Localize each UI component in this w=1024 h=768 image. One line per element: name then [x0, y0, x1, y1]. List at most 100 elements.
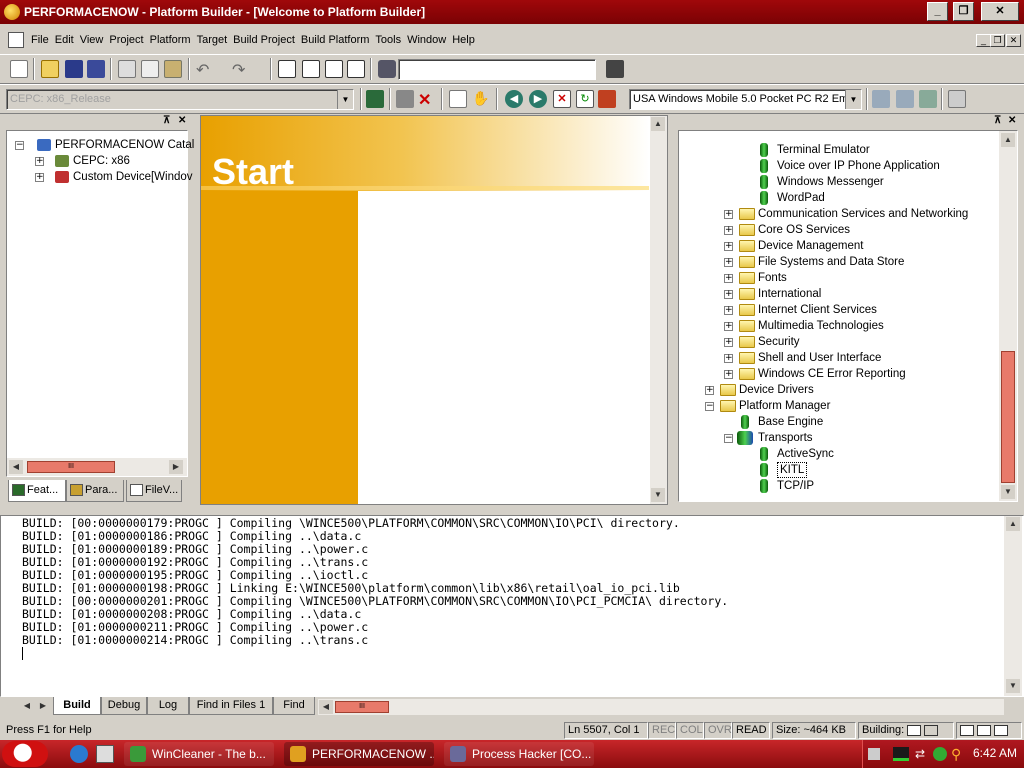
mdi-restore-button[interactable]: ❐ — [990, 34, 1005, 47]
scroll-up-icon[interactable]: ▲ — [1006, 517, 1020, 531]
menu-build-platform[interactable]: Build Platform — [298, 28, 372, 52]
emulator-icon[interactable] — [948, 90, 966, 108]
taskbar-button[interactable]: WinCleaner - The b... — [124, 742, 274, 766]
ie-quicklaunch-icon[interactable] — [70, 745, 88, 763]
tree-expander-icon[interactable]: + — [724, 370, 733, 379]
mdi-minimize-button[interactable]: _ — [976, 34, 991, 47]
rebuild-icon[interactable] — [396, 90, 414, 108]
menu-tools[interactable]: Tools — [372, 28, 404, 52]
menu-build-project[interactable]: Build Project — [230, 28, 298, 52]
tree-expander-icon[interactable]: + — [724, 354, 733, 363]
scroll-thumb[interactable]: III — [27, 461, 115, 473]
output-tab[interactable]: Build — [53, 697, 101, 715]
open-folder-icon[interactable] — [41, 60, 59, 78]
find-in-files-icon[interactable] — [378, 60, 396, 78]
save-all-icon[interactable] — [87, 60, 105, 78]
scroll-left-icon[interactable]: ◀ — [319, 700, 333, 714]
output-tab[interactable]: Debug — [101, 697, 147, 715]
connect-device-icon[interactable] — [872, 90, 890, 108]
output-tab[interactable]: Log — [147, 697, 189, 715]
vertical-scrollbar[interactable]: ▲ ▼ — [999, 131, 1017, 501]
catalog-item[interactable]: Multimedia Technologies — [758, 318, 884, 334]
vertical-scrollbar[interactable]: ▲ ▼ — [1004, 516, 1022, 696]
scroll-left-icon[interactable]: ◀ — [9, 460, 23, 474]
search-icon[interactable]: ⚲ — [951, 746, 961, 763]
tab-scroll-left-icon[interactable]: ◀ — [20, 699, 34, 713]
start-button[interactable] — [2, 741, 48, 767]
tree-expander-icon[interactable]: + — [724, 322, 733, 331]
disconnect-device-icon[interactable] — [896, 90, 914, 108]
catalog-item[interactable]: Base Engine — [758, 414, 823, 430]
catalog-item[interactable]: Device Drivers — [739, 382, 814, 398]
scroll-down-icon[interactable]: ▼ — [651, 488, 665, 502]
catalog-item[interactable]: Voice over IP Phone Application — [777, 158, 940, 174]
scroll-thumb[interactable]: III — [335, 701, 389, 713]
minimize-button[interactable]: _ — [927, 2, 948, 21]
tree-item[interactable]: CEPC: x86 — [73, 153, 130, 169]
stop-icon[interactable]: ✕ — [553, 90, 571, 108]
output-tab[interactable]: Find in Files 1 — [189, 697, 273, 715]
close-button[interactable]: ✕ — [981, 2, 1019, 21]
scroll-up-icon[interactable]: ▲ — [1001, 133, 1015, 147]
catalog-item[interactable]: Communication Services and Networking — [758, 206, 968, 222]
vertical-scrollbar[interactable]: ▲ ▼ — [650, 116, 667, 504]
tree-expander-icon[interactable]: + — [35, 173, 44, 182]
document-icon[interactable] — [8, 32, 24, 48]
find-icon[interactable] — [606, 60, 624, 78]
sdk-combo[interactable]: USA Windows Mobile 5.0 Pocket PC R2 Em ▼ — [629, 89, 862, 110]
catalog-item[interactable]: Core OS Services — [758, 222, 850, 238]
paste-icon[interactable] — [164, 60, 182, 78]
collapse-icon[interactable]: ⊼ — [163, 115, 170, 126]
mdi-close-button[interactable]: ✕ — [1006, 34, 1021, 47]
platform-builder-icon[interactable] — [4, 4, 20, 20]
scroll-up-icon[interactable]: ▲ — [651, 117, 665, 131]
tab-scroll-right-icon[interactable]: ▶ — [36, 699, 50, 713]
back-icon[interactable]: ◀ — [505, 90, 523, 108]
keyboard-icon[interactable] — [868, 748, 880, 760]
catalog-item[interactable]: Windows CE Error Reporting — [758, 366, 906, 382]
tree-expander-icon[interactable]: + — [705, 386, 714, 395]
tree-expander-icon[interactable]: − — [724, 434, 733, 443]
tree-expander-icon[interactable]: + — [724, 226, 733, 235]
workspace-tab[interactable]: FileV... — [126, 480, 182, 502]
taskbar-button[interactable]: PERFORMACENOW ... — [284, 742, 434, 766]
menu-view[interactable]: View — [77, 28, 107, 52]
tray-app-icon[interactable] — [933, 747, 947, 761]
output-horizontal-scrollbar[interactable]: ◀ III — [318, 699, 1004, 715]
menu-platform[interactable]: Platform — [147, 28, 194, 52]
catalog-item[interactable]: WordPad — [777, 190, 825, 206]
catalog-item[interactable]: Fonts — [758, 270, 787, 286]
refresh-icon[interactable]: ↻ — [576, 90, 594, 108]
clock[interactable]: 6:42 AM — [973, 746, 1017, 760]
catalog-item[interactable]: Platform Manager — [739, 398, 830, 414]
workspace-tab[interactable]: Para... — [66, 480, 124, 502]
stop-build-icon[interactable]: ✕ — [418, 90, 436, 109]
catalog-item[interactable]: Device Management — [758, 238, 863, 254]
home-icon[interactable] — [598, 90, 616, 108]
copy-icon[interactable] — [141, 60, 159, 78]
scroll-down-icon[interactable]: ▼ — [1001, 485, 1015, 499]
undo-icon[interactable]: ↶ — [196, 60, 214, 79]
maximize-button[interactable]: ❐ — [953, 2, 974, 21]
scroll-thumb[interactable] — [1001, 351, 1015, 483]
scroll-down-icon[interactable]: ▼ — [1006, 679, 1020, 693]
scroll-right-icon[interactable]: ▶ — [169, 460, 183, 474]
network-icon[interactable]: ⇄ — [915, 747, 929, 761]
monitor-icon[interactable] — [893, 747, 909, 761]
catalog-item[interactable]: Windows Messenger — [777, 174, 884, 190]
output-window-icon[interactable] — [302, 60, 320, 78]
tree-expander-icon[interactable]: + — [724, 274, 733, 283]
configure-device-icon[interactable] — [919, 90, 937, 108]
window-list-icon[interactable] — [325, 60, 343, 78]
catalog-item[interactable]: ActiveSync — [777, 446, 834, 462]
catalog-item[interactable]: Terminal Emulator — [777, 142, 870, 158]
configuration-combo[interactable]: CEPC: x86_Release ▼ — [6, 89, 354, 110]
tree-expander-icon[interactable]: + — [724, 242, 733, 251]
catalog-icon[interactable] — [347, 60, 365, 78]
menu-target[interactable]: Target — [194, 28, 231, 52]
taskbar-button[interactable]: Process Hacker [CO... — [444, 742, 594, 766]
quicklaunch-icon[interactable] — [96, 745, 114, 763]
tree-expander-icon[interactable]: + — [35, 157, 44, 166]
hand-icon[interactable]: ✋ — [472, 90, 490, 108]
tree-expander-icon[interactable]: − — [15, 141, 24, 150]
